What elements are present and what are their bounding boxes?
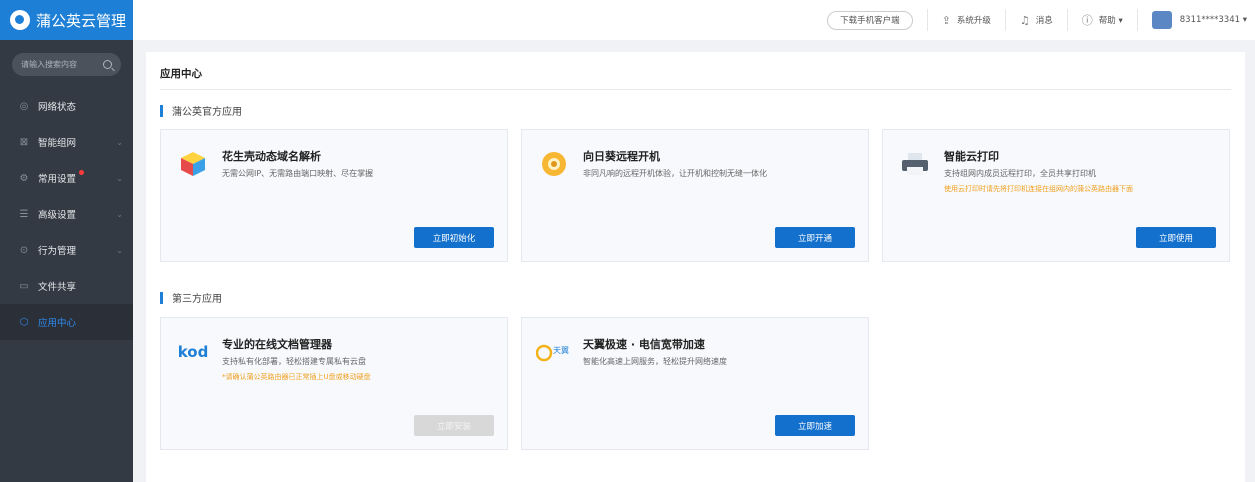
section-title: 第三方应用: [172, 294, 222, 305]
network-icon: ◎: [19, 100, 29, 112]
app-title: 天翼极速 · 电信宽带加速: [583, 338, 705, 351]
sidebar-item-behavior-management[interactable]: ⊙ 行为管理 ⌄: [0, 232, 133, 268]
top-bar: 下载手机客户端 ⇪ 系统升级 ♫ 消息 ⓘ 帮助 ▾ 8311****3341 …: [133, 0, 1255, 40]
app-description: 智能化高速上网服务，轻松提升网络速度: [583, 357, 727, 366]
document-icon: ☰: [19, 208, 29, 220]
tianyi-logo-text: 天翼: [553, 346, 569, 355]
sidebar-item-label: 行为管理: [38, 246, 77, 257]
avatar: [1151, 11, 1172, 29]
app-warning: 使用云打印时请先将打印机连接在组网内的蒲公英路由器下面: [944, 185, 1133, 193]
system-upgrade-label: 系统升级: [956, 16, 991, 26]
app-title: 蒲公英云管理: [36, 11, 127, 30]
activate-button[interactable]: 立即开通: [775, 227, 855, 248]
app-title: 花生壳动态域名解析: [222, 150, 321, 163]
messages-link[interactable]: ♫ 消息: [1004, 9, 1067, 31]
mesh-icon: ⊠: [19, 136, 29, 148]
sidebar-item-label: 文件共享: [38, 282, 77, 293]
sidebar-item-label: 高级设置: [38, 210, 77, 221]
app-card-oray: 花生壳动态域名解析 无需公网IP、无需路由端口映射、尽在掌握 立即初始化: [160, 129, 508, 262]
app-warning: *请确认蒲公英路由器已正常插上U盘或移动硬盘: [222, 373, 371, 381]
tianyi-logo-icon: 天翼: [536, 336, 572, 368]
chevron-down-icon: ⌄: [116, 209, 123, 219]
app-card-kod: kod 专业的在线文档管理器 支持私有化部署，轻松搭建专属私有云盘 *请确认蒲公…: [160, 317, 508, 450]
divider: [160, 89, 1231, 90]
chevron-down-icon: ⌄: [116, 245, 123, 255]
user-account-label: 8311****3341 ▾: [1179, 15, 1247, 25]
sidebar-search[interactable]: 请输入搜索内容: [12, 53, 121, 76]
app-logo[interactable]: 蒲公英云管理: [0, 0, 133, 40]
page-title: 应用中心: [160, 68, 202, 80]
sidebar-item-smart-networking[interactable]: ⊠ 智能组网 ⌄: [0, 124, 133, 160]
sidebar-item-advanced-settings[interactable]: ☰ 高级设置 ⌄: [0, 196, 133, 232]
sidebar-item-common-settings[interactable]: ⚙ 常用设置 ⌄: [0, 160, 133, 196]
app-description: 非同凡响的远程开机体验，让开机和控制无缝一体化: [583, 169, 767, 178]
system-upgrade-link[interactable]: ⇪ 系统升级: [926, 9, 1005, 31]
cube-icon: ⬡: [19, 316, 29, 328]
sidebar-item-label: 常用设置: [38, 174, 77, 185]
printer-icon: [897, 148, 933, 180]
app-description: 无需公网IP、无需路由端口映射、尽在掌握: [222, 169, 374, 178]
sunflower-logo-icon: [536, 148, 572, 180]
sidebar-item-network-status[interactable]: ◎ 网络状态: [0, 88, 133, 124]
dandelion-logo-icon: [10, 10, 30, 30]
download-client-button[interactable]: 下载手机客户端: [827, 10, 913, 30]
sidebar: 蒲公英云管理 请输入搜索内容 ◎ 网络状态 ⊠ 智能组网 ⌄ ⚙ 常用设置 ⌄ …: [0, 0, 133, 482]
section-marker: [160, 104, 163, 117]
folder-icon: ▭: [19, 280, 29, 292]
kod-logo-text: kod: [177, 343, 209, 361]
notification-dot: [79, 170, 84, 175]
chevron-down-icon: ⌄: [116, 173, 123, 183]
user-menu[interactable]: 8311****3341 ▾: [1136, 9, 1255, 31]
section-official-apps: 蒲公英官方应用: [160, 103, 242, 118]
sidebar-item-label: 智能组网: [38, 138, 77, 149]
help-icon: ⓘ: [1081, 14, 1093, 27]
main-content: 应用中心 蒲公英官方应用 花生壳动态域名解析 无需公网IP、无需路由端口映射、尽…: [146, 52, 1245, 482]
app-card-cloud-print: 智能云打印 支持组网内成员远程打印，全员共享打印机 使用云打印时请先将打印机连接…: [882, 129, 1230, 262]
kod-logo-icon: kod: [175, 336, 211, 368]
section-third-party-apps: 第三方应用: [160, 290, 222, 305]
cube-logo-icon: [175, 148, 211, 180]
sidebar-item-file-sharing[interactable]: ▭ 文件共享: [0, 268, 133, 304]
sidebar-item-app-center[interactable]: ⬡ 应用中心: [0, 304, 133, 340]
messages-label: 消息: [1035, 16, 1053, 26]
help-menu[interactable]: ⓘ 帮助 ▾: [1066, 9, 1137, 31]
sidebar-item-label: 应用中心: [38, 318, 77, 329]
app-description: 支持私有化部署，轻松搭建专属私有云盘: [222, 357, 366, 366]
help-label: 帮助 ▾: [1098, 16, 1123, 26]
upgrade-icon: ⇪: [941, 13, 951, 27]
app-description: 支持组网内成员远程打印，全员共享打印机: [944, 169, 1096, 178]
app-card-tianyi: 天翼 天翼极速 · 电信宽带加速 智能化高速上网服务，轻松提升网络速度 立即加速: [521, 317, 869, 450]
section-marker: [160, 291, 163, 304]
use-now-button[interactable]: 立即使用: [1136, 227, 1216, 248]
app-card-sunlogin: 向日葵远程开机 非同凡响的远程开机体验，让开机和控制无缝一体化 立即开通: [521, 129, 869, 262]
search-input[interactable]: 请输入搜索内容: [21, 59, 77, 70]
chevron-down-icon: ⌄: [116, 137, 123, 147]
search-icon[interactable]: [103, 60, 112, 69]
app-title: 智能云打印: [944, 150, 999, 163]
bell-icon: ♫: [1019, 13, 1030, 27]
gear-icon: ⚙: [19, 172, 29, 184]
section-title: 蒲公英官方应用: [172, 107, 242, 118]
download-client-label: 下载手机客户端: [840, 16, 900, 26]
install-button[interactable]: 立即安装: [414, 415, 494, 436]
initialize-button[interactable]: 立即初始化: [414, 227, 494, 248]
behavior-icon: ⊙: [19, 244, 29, 256]
sidebar-item-label: 网络状态: [38, 102, 77, 113]
app-title: 专业的在线文档管理器: [222, 338, 332, 351]
accelerate-button[interactable]: 立即加速: [775, 415, 855, 436]
app-title: 向日葵远程开机: [583, 150, 660, 163]
